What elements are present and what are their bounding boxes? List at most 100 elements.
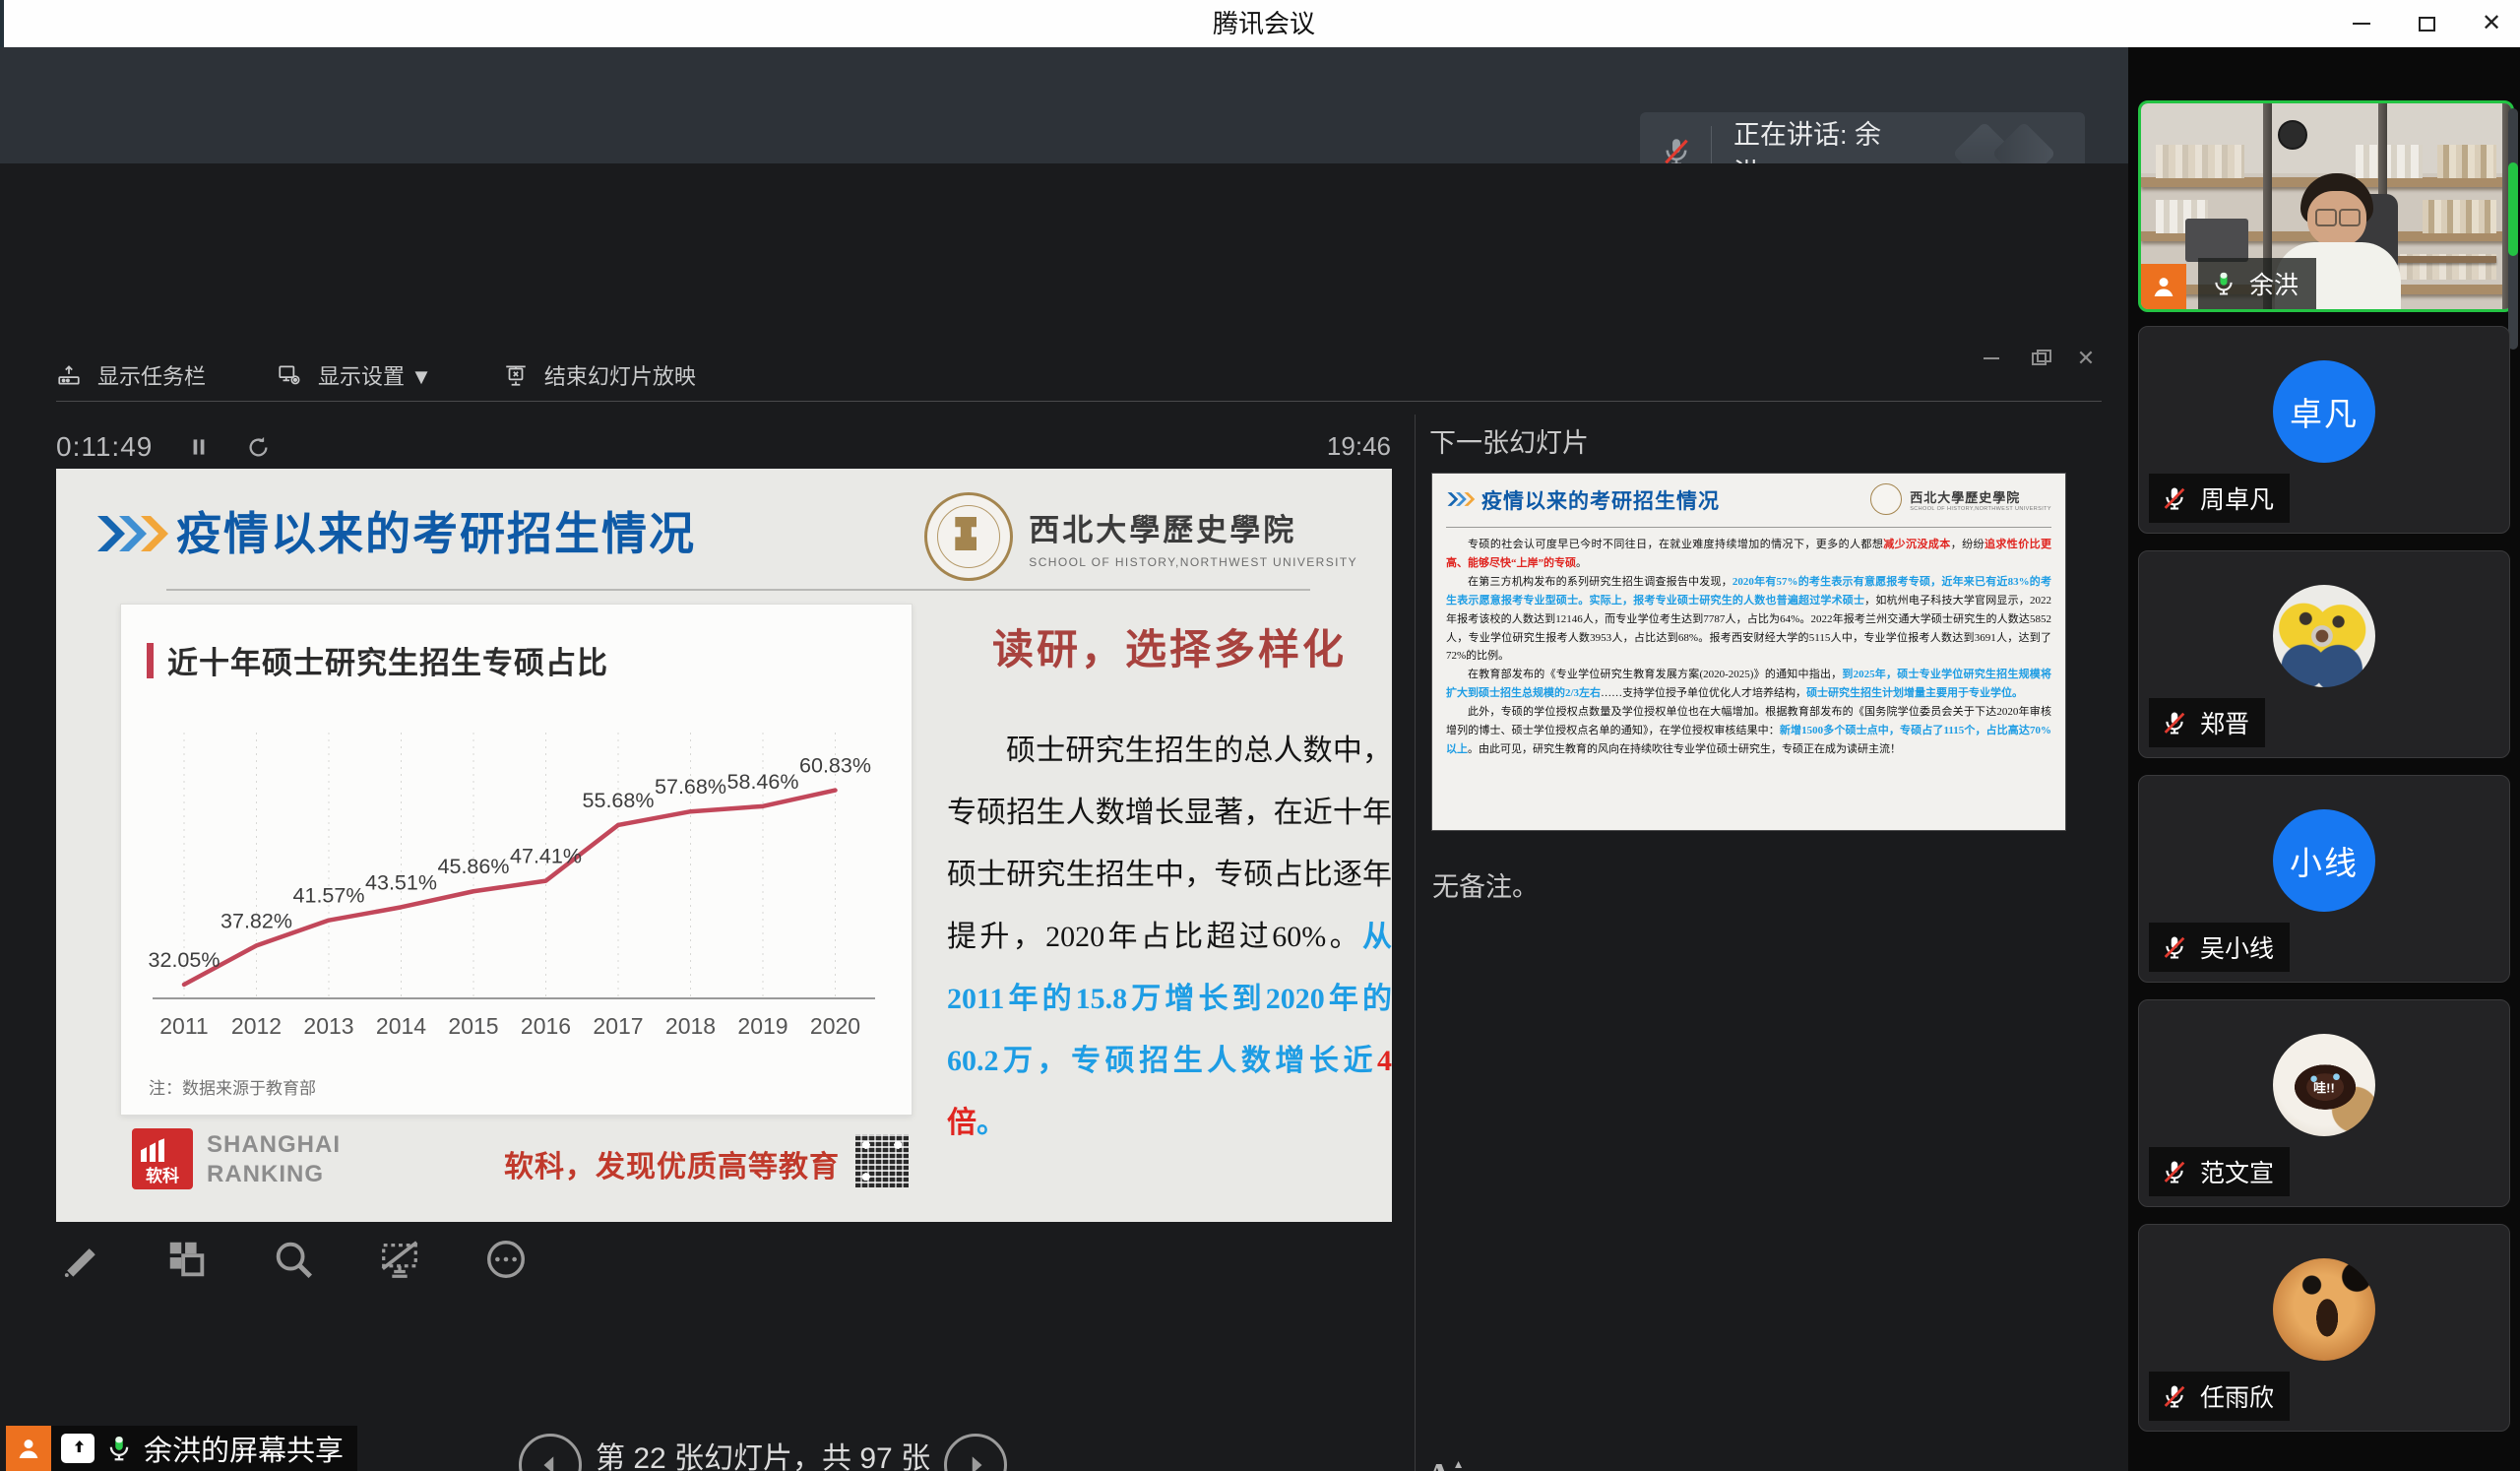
participant-tile[interactable]: 哇!! 范文宣 [2138, 999, 2510, 1207]
svg-text:57.68%: 57.68% [655, 775, 726, 799]
participant-name: 郑晋 [2200, 705, 2249, 740]
presenter-tools [56, 1235, 531, 1284]
slide-sorter-icon[interactable] [162, 1235, 212, 1284]
next-slide-thumbnail[interactable]: 疫情以来的考研招生情况 西北大學歷史學院 SCHOOL OF HISTORY,N… [1432, 474, 2065, 830]
panel-divider [1415, 415, 1416, 1471]
black-screen-icon[interactable] [375, 1235, 424, 1284]
brand-slogan: 软科，发现优质高等教育 [504, 1142, 840, 1185]
svg-text:2011: 2011 [159, 1013, 208, 1039]
participant-name: 吴小线 [2200, 929, 2274, 965]
svg-text:45.86%: 45.86% [438, 855, 510, 878]
window-controls: ✕ [2347, 0, 2506, 47]
participant-name-chip: 范文宣 [2149, 1147, 2290, 1196]
ppt-close-icon[interactable]: ✕ [2073, 346, 2099, 371]
mic-muted-icon [2161, 709, 2188, 736]
svg-text:43.51%: 43.51% [365, 870, 437, 894]
sharer-badge-icon [2141, 264, 2186, 309]
line-chart: 2011201220132014201520162017201820192020… [135, 703, 893, 1057]
svg-text:60.83%: 60.83% [799, 754, 871, 778]
mic-muted-icon [2161, 1382, 2188, 1410]
participant-name: 范文宣 [2200, 1154, 2274, 1189]
participant-name-chip: 吴小线 [2149, 923, 2290, 972]
pen-tool-icon[interactable] [56, 1235, 105, 1284]
svg-text:2018: 2018 [665, 1013, 716, 1039]
slide-body-text: 硕士研究生招生的总人数中，专硕招生人数增长显著，在近十年硕士研究生招生中，专硕占… [947, 720, 1392, 1154]
slide-title: 疫情以来的考研招生情况 [176, 498, 696, 563]
end-slideshow-button[interactable]: 结束幻灯片放映 [503, 359, 696, 391]
university-name-cn: 西北大學歷史學院 [1029, 505, 1357, 549]
end-slideshow-label: 结束幻灯片放映 [544, 359, 696, 391]
svg-text:2014: 2014 [376, 1013, 426, 1039]
ppt-presenter-view: 显示任务栏 显示设置 ▼ 结束幻灯片放映 [0, 163, 2128, 1471]
qr-code [855, 1134, 909, 1187]
scrollbar-thumb[interactable] [2508, 162, 2518, 256]
chart-card: 近十年硕士研究生招生专硕占比 2011201220132014201520162… [120, 604, 913, 1116]
svg-text:2020: 2020 [810, 1013, 860, 1039]
show-taskbar-label: 显示任务栏 [97, 359, 206, 391]
participant-name-chip: 郑晋 [2149, 698, 2265, 747]
participant-tile[interactable]: 任雨欣 [2138, 1224, 2510, 1432]
minions-avatar [2273, 585, 2375, 687]
svg-text:37.82%: 37.82% [220, 909, 292, 932]
thumb-chevrons-icon [1446, 491, 1476, 507]
participant-tile[interactable]: 郑晋 [2138, 550, 2510, 758]
svg-text:2012: 2012 [231, 1013, 282, 1039]
participant-tile[interactable]: 卓凡 周卓凡 [2138, 326, 2510, 534]
pause-timer-icon[interactable] [186, 434, 212, 460]
mic-muted-icon [2161, 1158, 2188, 1185]
ppt-restore-icon[interactable] [2026, 346, 2051, 371]
dog-avatar [2273, 1258, 2375, 1361]
display-settings-button[interactable]: 显示设置 ▼ [277, 359, 432, 391]
participant-name-chip: 余洪 [2198, 258, 2316, 309]
previous-slide-button[interactable] [519, 1434, 582, 1471]
thumb-body-text: 专硕的社会认可度早已今时不同往日，在就业难度持续增加的情况下，更多的人都想减少沉… [1446, 536, 2051, 759]
shanghairanking-logo: 软科 [132, 1128, 193, 1189]
mic-muted-icon [2161, 484, 2188, 512]
slide-canvas[interactable]: 疫情以来的考研招生情况 西北大學歷史學院 SCHOOL OF HISTORY,N… [56, 469, 1392, 1222]
more-options-icon[interactable] [481, 1235, 531, 1284]
share-indicator-label: 余洪的屏幕共享 [144, 1428, 344, 1469]
zoom-tool-icon[interactable] [269, 1235, 318, 1284]
svg-text:58.46%: 58.46% [727, 770, 799, 794]
participant-name: 任雨欣 [2200, 1378, 2274, 1414]
plush-avatar: 哇!! [2273, 1034, 2375, 1136]
sharer-badge-icon [6, 1426, 51, 1471]
show-taskbar-button[interactable]: 显示任务栏 [56, 359, 206, 391]
next-slide-button[interactable] [944, 1434, 1007, 1471]
ppt-minimize-icon[interactable] [1979, 346, 2004, 371]
sidebar-scrollbar [2508, 108, 2518, 350]
chart-title: 近十年硕士研究生招生专硕占比 [147, 638, 608, 682]
screen-share-icon [61, 1434, 94, 1463]
screen-share-indicator: 余洪的屏幕共享 [6, 1426, 357, 1471]
restore-icon[interactable] [2412, 9, 2441, 38]
participant-name: 余洪 [2249, 266, 2299, 301]
app-title: 腾讯会议 [4, 0, 2520, 47]
display-settings-icon [277, 362, 302, 388]
mic-on-icon [2210, 270, 2237, 297]
svg-text:2016: 2016 [521, 1013, 571, 1039]
participant-name: 周卓凡 [2200, 480, 2274, 516]
avatar: 卓凡 [2273, 360, 2375, 463]
app-titlebar: 腾讯会议 ✕ [0, 0, 2520, 47]
font-decrease-button[interactable]: A▼ [1491, 1465, 1513, 1471]
participant-tile[interactable]: 小线 吴小线 [2138, 775, 2510, 983]
display-settings-label: 显示设置 ▼ [318, 359, 432, 391]
svg-text:47.41%: 47.41% [510, 845, 582, 868]
ppt-toolbar: 显示任务栏 显示设置 ▼ 结束幻灯片放映 [56, 352, 767, 398]
title-underline [166, 589, 1310, 591]
slide-right-column: 读研，选择多样化 硕士研究生招生的总人数中，专硕招生人数增长显著，在近十年硕士研… [947, 616, 1392, 1154]
participant-name-chip: 任雨欣 [2149, 1372, 2290, 1421]
svg-text:32.05%: 32.05% [149, 948, 220, 972]
participant-name-chip: 周卓凡 [2149, 474, 2290, 523]
thumb-university-logo: 西北大學歷史學院 SCHOOL OF HISTORY,NORTHWEST UNI… [1870, 483, 2051, 515]
thumb-title-row: 疫情以来的考研招生情况 西北大學歷史學院 SCHOOL OF HISTORY,N… [1446, 483, 2051, 528]
tencent-meeting-window: 腾讯会议 ✕ 正在讲话: 余洪; [0, 0, 2520, 1471]
font-increase-button[interactable]: A▲ [1425, 1455, 1452, 1471]
minimize-icon[interactable] [2347, 9, 2376, 38]
taskbar-icon [56, 362, 82, 388]
participant-tile-speaker[interactable]: 余洪 [2138, 100, 2514, 312]
restart-timer-icon[interactable] [245, 434, 272, 461]
notes-text: 无备注。 [1432, 865, 1539, 904]
chevrons-icon [94, 514, 170, 553]
close-icon[interactable]: ✕ [2477, 9, 2506, 38]
